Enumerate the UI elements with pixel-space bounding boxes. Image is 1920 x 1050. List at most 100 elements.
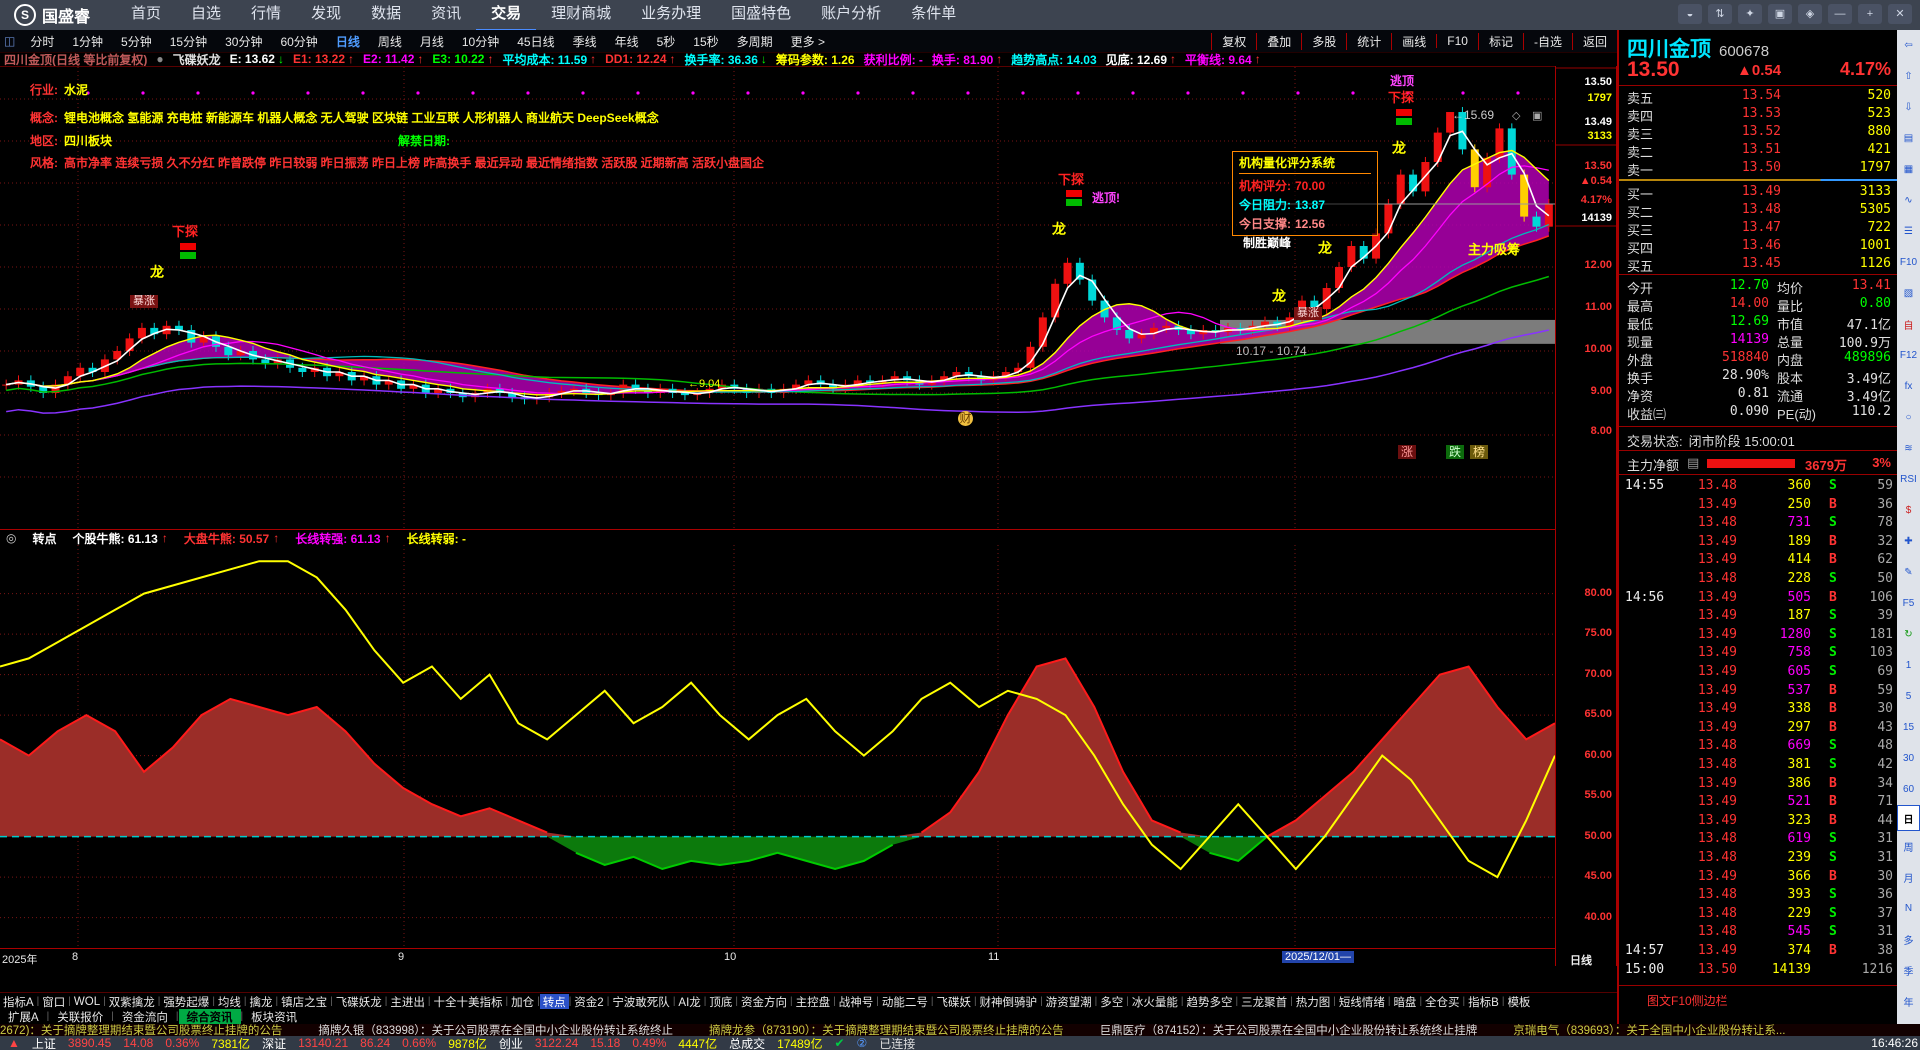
period-tab-5秒[interactable]: 5秒 bbox=[648, 33, 685, 50]
period-year-button[interactable]: 年 bbox=[1898, 986, 1919, 1017]
menu-item-交易[interactable]: 交易 bbox=[476, 0, 537, 32]
indicator-tab-资金2[interactable]: 资金2 bbox=[571, 994, 606, 1010]
period-5-button[interactable]: 5 bbox=[1898, 681, 1919, 712]
period-tab-10分钟[interactable]: 10分钟 bbox=[453, 33, 508, 50]
toolbtn-多股[interactable]: 多股 bbox=[1301, 32, 1346, 50]
period-tab-多周期[interactable]: 多周期 bbox=[728, 33, 782, 50]
menu-item-条件单[interactable]: 条件单 bbox=[896, 0, 971, 29]
panel-layout-icon[interactable]: ◫ bbox=[4, 34, 15, 48]
period-tab-5分钟[interactable]: 5分钟 bbox=[112, 33, 161, 50]
money-icon[interactable]: $ bbox=[1898, 495, 1919, 526]
period-tab-周线[interactable]: 周线 bbox=[369, 33, 411, 50]
period-tab-15秒[interactable]: 15秒 bbox=[684, 33, 727, 50]
indicator-tab-热力图[interactable]: 热力图 bbox=[1293, 994, 1334, 1010]
info-tab-板块资讯[interactable]: 板块资讯 bbox=[243, 1009, 305, 1025]
period-tab-季线[interactable]: 季线 bbox=[564, 33, 606, 50]
indicator-tab-擒龙[interactable]: 擒龙 bbox=[247, 994, 276, 1010]
refresh-icon[interactable]: ↻ bbox=[1898, 619, 1919, 650]
page-up-icon[interactable]: ⇧ bbox=[1898, 61, 1919, 92]
toolbtn-返回[interactable]: 返回 bbox=[1571, 32, 1617, 50]
period-day-button[interactable]: 日 bbox=[1897, 805, 1920, 831]
message-icon[interactable]: ◒ bbox=[1678, 4, 1702, 24]
menu-item-资讯[interactable]: 资讯 bbox=[416, 0, 476, 29]
circle-icon[interactable]: ○ bbox=[1898, 402, 1919, 433]
menu-item-自选[interactable]: 自选 bbox=[176, 0, 236, 29]
oscillator-chart[interactable] bbox=[0, 545, 1555, 948]
period-multi-button[interactable]: 多 bbox=[1898, 924, 1919, 955]
indicator-tab-AI龙[interactable]: AI龙 bbox=[675, 994, 703, 1010]
toolbtn-F10[interactable]: F10 bbox=[1436, 34, 1478, 48]
indicator-tab-WOL[interactable]: WOL bbox=[71, 996, 103, 1008]
indicator-tab-动能二号[interactable]: 动能二号 bbox=[879, 994, 931, 1010]
menu-icon[interactable]: ☰ bbox=[1898, 216, 1919, 247]
menu-item-业务办理[interactable]: 业务办理 bbox=[626, 0, 716, 29]
draw-icon[interactable]: ✎ bbox=[1898, 557, 1919, 588]
back-icon[interactable]: ⇦ bbox=[1898, 30, 1919, 61]
period-tab-30分钟[interactable]: 30分钟 bbox=[216, 33, 271, 50]
news-item[interactable]: 京瑞电气（839693）：关于全国中小企业股份转让系... bbox=[1513, 1024, 1785, 1036]
indicator-tab-三龙聚首[interactable]: 三龙聚首 bbox=[1238, 994, 1290, 1010]
toolbtn-统计[interactable]: 统计 bbox=[1346, 32, 1391, 50]
transfer-icon[interactable]: ⇅ bbox=[1708, 4, 1732, 24]
indicator-tab-顶底[interactable]: 顶底 bbox=[706, 994, 735, 1010]
indicator-tab-窗口[interactable]: 窗口 bbox=[39, 994, 68, 1010]
period-tab-15分钟[interactable]: 15分钟 bbox=[161, 33, 216, 50]
main-candlestick-chart[interactable]: 行业: 水泥 概念: 锂电池概念 氢能源 充电桩 新能源车 机器人概念 无人驾驶 区块… bbox=[0, 66, 1555, 530]
close-icon[interactable]: ✕ bbox=[1888, 4, 1912, 24]
period-1-button[interactable]: 1 bbox=[1898, 650, 1919, 681]
period-n-button[interactable]: N bbox=[1898, 893, 1919, 924]
period-tab-45日线[interactable]: 45日线 bbox=[508, 33, 563, 50]
page-down-icon[interactable]: ⇩ bbox=[1898, 92, 1919, 123]
f5-button[interactable]: F5 bbox=[1898, 588, 1919, 619]
toolbtn-画线[interactable]: 画线 bbox=[1391, 32, 1436, 50]
period-30-button[interactable]: 30 bbox=[1898, 743, 1919, 774]
info-tab-扩展A[interactable]: 扩展A bbox=[0, 1009, 47, 1025]
rsi-button[interactable]: RSI bbox=[1898, 464, 1919, 495]
indicator-tab-趋势多空[interactable]: 趋势多空 bbox=[1184, 994, 1236, 1010]
quote-grid-icon[interactable]: ▦ bbox=[1898, 154, 1919, 185]
indicator-tab-指标B[interactable]: 指标B bbox=[1465, 994, 1502, 1010]
menu-item-首页[interactable]: 首页 bbox=[116, 0, 176, 29]
period-week-button[interactable]: 周 bbox=[1898, 831, 1919, 862]
toolbtn--自选[interactable]: -自选 bbox=[1522, 32, 1572, 50]
toolbtn-叠加[interactable]: 叠加 bbox=[1256, 32, 1301, 50]
formula-icon[interactable]: fx bbox=[1898, 371, 1919, 402]
period-tab-分时[interactable]: 分时 bbox=[21, 33, 63, 50]
theme-icon[interactable]: ◈ bbox=[1798, 4, 1822, 24]
news-item[interactable]: 巨鼎医疗（874152）：关于公司股票在全国中小企业股份转让系统终止挂牌 bbox=[1100, 1024, 1478, 1036]
menu-item-数据[interactable]: 数据 bbox=[356, 0, 416, 29]
period-tab-日线[interactable]: 日线 bbox=[327, 33, 369, 50]
wave-icon[interactable]: ≋ bbox=[1898, 433, 1919, 464]
watchlist-icon[interactable]: ▤ bbox=[1898, 123, 1919, 154]
period-tab-1分钟[interactable]: 1分钟 bbox=[63, 33, 112, 50]
period-tab-60分钟[interactable]: 60分钟 bbox=[271, 33, 326, 50]
indicator-tab-飞碟妖龙[interactable]: 飞碟妖龙 bbox=[333, 994, 385, 1010]
indicator-tab-多空[interactable]: 多空 bbox=[1097, 994, 1126, 1010]
f12-button[interactable]: F12 bbox=[1898, 340, 1919, 371]
indicator-tab-战神号[interactable]: 战神号 bbox=[836, 994, 877, 1010]
menu-item-行情[interactable]: 行情 bbox=[236, 0, 296, 29]
period-tab-月线[interactable]: 月线 bbox=[411, 33, 453, 50]
menu-item-国盛特色[interactable]: 国盛特色 bbox=[716, 0, 806, 29]
indicator-tab-强势起爆[interactable]: 强势起爆 bbox=[160, 994, 212, 1010]
indicator-tab-暗盘[interactable]: 暗盘 bbox=[1390, 994, 1419, 1010]
indicator-tab-资金方向[interactable]: 资金方向 bbox=[738, 994, 790, 1010]
menu-item-账户分析[interactable]: 账户分析 bbox=[806, 0, 896, 29]
period-quarter-button[interactable]: 季 bbox=[1898, 955, 1919, 986]
f10-button[interactable]: F10 bbox=[1898, 247, 1919, 278]
indicator-tab-冰火量能[interactable]: 冰火量能 bbox=[1129, 994, 1181, 1010]
news-item[interactable]: 摘牌久银（833998）：关于公司股票在全国中小企业股份转让系统终止 bbox=[318, 1024, 673, 1036]
indicator-tab-模板[interactable]: 模板 bbox=[1504, 994, 1533, 1010]
toolbtn-复权[interactable]: 复权 bbox=[1211, 32, 1256, 50]
period-60-button[interactable]: 60 bbox=[1898, 774, 1919, 805]
indicator-tab-十全十美指标[interactable]: 十全十美指标 bbox=[430, 994, 505, 1010]
assistant-icon[interactable]: ✦ bbox=[1738, 4, 1762, 24]
period-15-button[interactable]: 15 bbox=[1898, 712, 1919, 743]
maximize-icon[interactable]: + bbox=[1858, 4, 1882, 24]
indicator-tab-主控盘[interactable]: 主控盘 bbox=[793, 994, 834, 1010]
indicator-tab-转点[interactable]: 转点 bbox=[539, 993, 569, 1010]
indicator-tab-镇店之宝[interactable]: 镇店之宝 bbox=[278, 994, 330, 1010]
tree-icon[interactable]: ▧ bbox=[1898, 278, 1919, 309]
trend-icon[interactable]: ∿ bbox=[1898, 185, 1919, 216]
period-tab-更多 >[interactable]: 更多 > bbox=[782, 33, 834, 50]
